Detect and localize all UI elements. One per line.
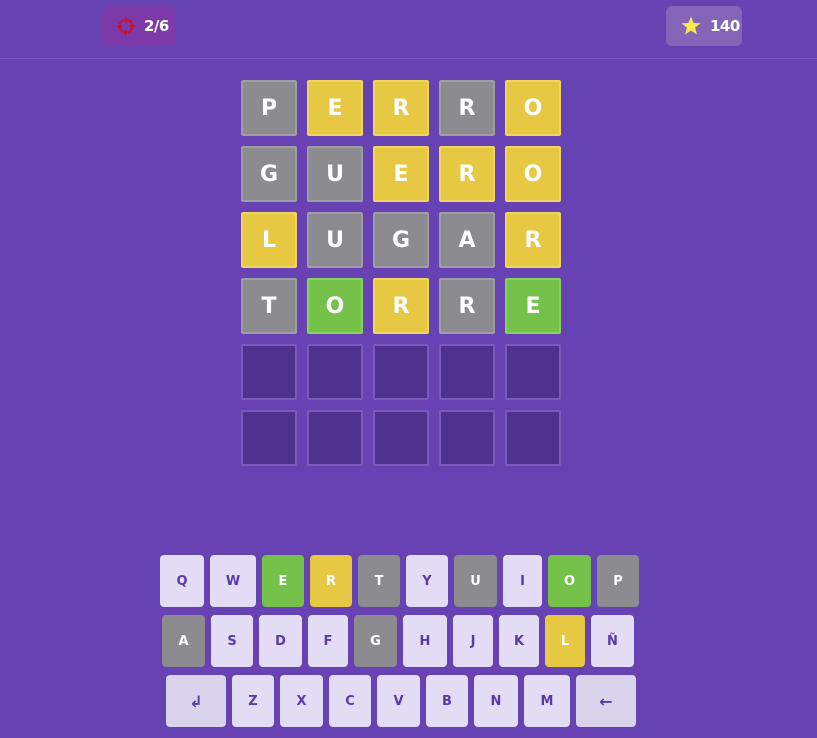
letter-tile: P	[241, 80, 297, 136]
backspace-key[interactable]: ←	[576, 675, 636, 727]
key-y[interactable]: Y	[406, 555, 448, 607]
key-f[interactable]: F	[308, 615, 348, 667]
board-row	[241, 344, 561, 400]
letter-tile	[373, 344, 429, 400]
attempts-badge: 2/6	[102, 6, 176, 46]
score-value: 140	[710, 17, 740, 35]
key-n-tilde[interactable]: Ñ	[591, 615, 634, 667]
key-l[interactable]: L	[545, 615, 585, 667]
attempts-count: 2/6	[144, 17, 169, 35]
letter-tile: U	[307, 212, 363, 268]
key-e[interactable]: E	[262, 555, 304, 607]
letter-tile	[307, 344, 363, 400]
game-board: PERROGUEROLUGARTORRE	[241, 80, 561, 476]
letter-tile: R	[373, 278, 429, 334]
top-bar: 2/6 140	[0, 0, 817, 59]
letter-tile: A	[439, 212, 495, 268]
letter-tile	[307, 410, 363, 466]
key-z[interactable]: Z	[232, 675, 274, 727]
letter-tile: E	[307, 80, 363, 136]
key-r[interactable]: R	[310, 555, 352, 607]
letter-tile: U	[307, 146, 363, 202]
keyboard-row-1: QWERTYUIOP	[160, 555, 639, 607]
enter-key[interactable]: ↲	[166, 675, 226, 727]
letter-tile	[373, 410, 429, 466]
key-i[interactable]: I	[503, 555, 542, 607]
key-x[interactable]: X	[280, 675, 323, 727]
letter-tile: G	[373, 212, 429, 268]
letter-tile	[241, 344, 297, 400]
letter-tile	[439, 344, 495, 400]
key-k[interactable]: K	[499, 615, 539, 667]
letter-tile	[241, 410, 297, 466]
key-n[interactable]: N	[474, 675, 518, 727]
key-p[interactable]: P	[597, 555, 639, 607]
letter-tile	[439, 410, 495, 466]
key-m[interactable]: M	[524, 675, 570, 727]
key-u[interactable]: U	[454, 555, 497, 607]
letter-tile: R	[505, 212, 561, 268]
target-icon	[116, 16, 136, 36]
key-a[interactable]: A	[162, 615, 205, 667]
key-j[interactable]: J	[453, 615, 493, 667]
key-v[interactable]: V	[377, 675, 420, 727]
key-h[interactable]: H	[403, 615, 447, 667]
key-g[interactable]: G	[354, 615, 397, 667]
letter-tile: R	[439, 80, 495, 136]
letter-tile: G	[241, 146, 297, 202]
key-s[interactable]: S	[211, 615, 253, 667]
board-row: TORRE	[241, 278, 561, 334]
score-badge: 140	[666, 6, 742, 46]
board-row: PERRO	[241, 80, 561, 136]
star-icon	[680, 15, 702, 37]
letter-tile: E	[373, 146, 429, 202]
key-q[interactable]: Q	[160, 555, 204, 607]
letter-tile	[505, 410, 561, 466]
key-d[interactable]: D	[259, 615, 302, 667]
letter-tile: O	[307, 278, 363, 334]
board-row: LUGAR	[241, 212, 561, 268]
board-row	[241, 410, 561, 466]
key-b[interactable]: B	[426, 675, 468, 727]
letter-tile: T	[241, 278, 297, 334]
letter-tile: R	[439, 278, 495, 334]
letter-tile: E	[505, 278, 561, 334]
letter-tile	[505, 344, 561, 400]
letter-tile: L	[241, 212, 297, 268]
key-w[interactable]: W	[210, 555, 256, 607]
key-o[interactable]: O	[548, 555, 591, 607]
letter-tile: O	[505, 146, 561, 202]
letter-tile: R	[439, 146, 495, 202]
keyboard-row-3: ↲ Z X C V B N M ←	[166, 675, 636, 727]
keyboard-row-2: ASDFGHJKLÑ	[162, 615, 634, 667]
key-c[interactable]: C	[329, 675, 371, 727]
letter-tile: O	[505, 80, 561, 136]
letter-tile: R	[373, 80, 429, 136]
key-t[interactable]: T	[358, 555, 400, 607]
board-row: GUERO	[241, 146, 561, 202]
